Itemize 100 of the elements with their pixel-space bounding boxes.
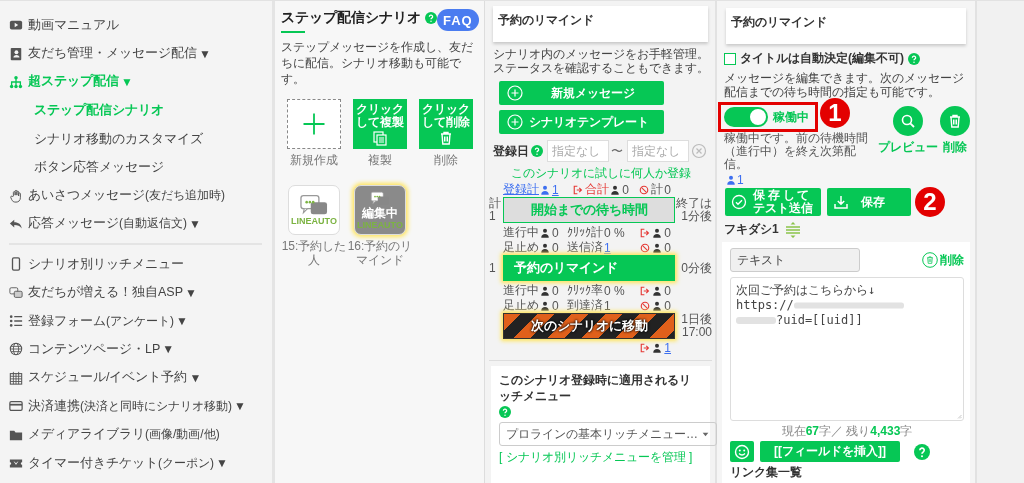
sidebar-item[interactable]: メディアライブラリ(画像/動画/他) bbox=[0, 420, 272, 449]
sidebar-item[interactable]: スケジュール/イベント予約 ▼ bbox=[0, 363, 272, 393]
save-button[interactable]: 保存 bbox=[827, 188, 911, 216]
stat-value: 1 bbox=[604, 298, 611, 313]
save-test-button[interactable]: 保存してテスト送信 bbox=[725, 188, 821, 216]
sidebar-item[interactable]: タイマー付きチケット(クーポン) ▼ bbox=[0, 448, 272, 478]
calendar-icon bbox=[9, 370, 23, 385]
tile-label: 新規作成 bbox=[290, 153, 338, 167]
blurred-url bbox=[736, 315, 776, 326]
annotation-badge: 2 bbox=[915, 187, 945, 217]
scenario-name: 16:予約のリマインド bbox=[347, 239, 413, 267]
step-count: 1 bbox=[489, 261, 497, 275]
copy-icon bbox=[372, 129, 388, 146]
message-textarea[interactable]: 次回ご予約はこちらから↓ https:// ?uid=[[uid]] bbox=[730, 277, 964, 421]
globe-icon bbox=[9, 342, 23, 357]
help-icon bbox=[499, 406, 511, 418]
step-timing: 終了は 1分後 bbox=[675, 197, 712, 223]
step-count: 計 1 bbox=[489, 197, 502, 223]
sidebar-subitem[interactable]: シナリオ移動のカスタマイズ bbox=[0, 124, 272, 153]
stat-value: 0 bbox=[664, 225, 671, 240]
stat-label: 送信済 bbox=[567, 239, 603, 256]
editor-description: メッセージを編集できます。次のメッセージ配信までの待ち時間の指定も可能です。 bbox=[724, 71, 965, 99]
sidebar-subitem[interactable]: ボタン応答メッセージ bbox=[0, 152, 272, 182]
stat-value: 0 bbox=[664, 298, 671, 313]
stat-label: 進行中 bbox=[503, 224, 539, 241]
rich-menu-select[interactable]: プロラインの基本リッチメニュー… bbox=[499, 422, 717, 446]
sidebar-item[interactable]: シナリオ別リッチメニュー bbox=[0, 250, 272, 279]
plus-circle-icon bbox=[507, 85, 523, 101]
rich-menu-link[interactable]: [ シナリオ別リッチメニューを管理 ] bbox=[499, 450, 702, 465]
smiley-icon bbox=[734, 443, 750, 460]
stat-label: ｸﾘｯｸ率 bbox=[567, 282, 603, 299]
emoji-button[interactable] bbox=[730, 441, 754, 462]
help-icon bbox=[425, 12, 437, 24]
trash-icon bbox=[947, 113, 963, 129]
help-icon bbox=[908, 52, 920, 65]
delete-button[interactable] bbox=[940, 106, 970, 136]
stat-label: 足止め bbox=[503, 297, 539, 314]
checkbox-label: タイトルは自動決定(編集不可) bbox=[740, 50, 904, 67]
scenario-title: 予約のリマインド bbox=[493, 6, 708, 42]
scenario-tile[interactable]: LINEAUTO bbox=[288, 185, 340, 235]
copy-button[interactable]: クリックして複製 bbox=[353, 99, 407, 149]
date-from-field[interactable]: 指定なし bbox=[547, 140, 609, 162]
delete-button[interactable]: 削除 bbox=[922, 251, 964, 269]
hierarchy-icon bbox=[9, 74, 23, 89]
sidebar-item[interactable]: 動画マニュアル bbox=[0, 11, 272, 40]
character-counter: 現在67字／ 残り4,433字 bbox=[780, 424, 914, 439]
panel-description: ステップメッセージを作成し、友だちに配信。シナリオ移動も可能です。 bbox=[281, 39, 474, 87]
stat-value: 0 bbox=[552, 240, 559, 255]
sidebar-subitem[interactable]: ステップ配信シナリオ bbox=[0, 96, 272, 125]
stat-link[interactable]: 1 bbox=[552, 182, 559, 197]
list-icon bbox=[9, 314, 23, 329]
message-type-field[interactable]: テキスト bbox=[730, 248, 860, 272]
download-icon bbox=[833, 194, 849, 210]
template-button[interactable]: シナリオテンプレート bbox=[499, 110, 664, 134]
rich-menu-title: このシナリオ登録時に適用されるリッチメニュー bbox=[499, 372, 692, 404]
step-timing: 1日後 17:00 bbox=[680, 313, 712, 339]
bubble-title: フキダシ1 bbox=[724, 221, 779, 238]
toggle-switch[interactable] bbox=[724, 107, 768, 127]
test-register-link[interactable]: このシナリオに試しに何人か登録 bbox=[489, 166, 712, 181]
sidebar-item[interactable]: 超ステップ配信 ▼ bbox=[0, 67, 272, 97]
exit-icon bbox=[573, 184, 584, 195]
preview-button[interactable] bbox=[893, 106, 923, 136]
step-block[interactable]: 予約のリマインド bbox=[503, 255, 675, 281]
sidebar-item[interactable]: コンテンツページ・LP ▼ bbox=[0, 335, 272, 364]
help-icon bbox=[914, 443, 930, 460]
new-message-button[interactable]: 新規メッセージ bbox=[499, 81, 664, 105]
tile-label: 削除 bbox=[434, 153, 458, 167]
add-button[interactable] bbox=[287, 99, 341, 149]
sidebar-item[interactable]: あいさつメッセージ(友だち追加時) bbox=[0, 181, 272, 210]
search-icon bbox=[900, 113, 916, 129]
help-icon bbox=[531, 145, 543, 157]
stat-link[interactable]: 1 bbox=[604, 240, 611, 255]
status-note: 稼働中です。前の待機時間（進行中）を終え次第配信。 bbox=[724, 132, 869, 171]
scenario-name: 15:予約した人 bbox=[281, 239, 347, 267]
insert-field-button[interactable]: [[フィールドを挿入]] bbox=[760, 441, 900, 462]
trash-icon bbox=[922, 252, 938, 268]
link-list-title: リンク集一覧 bbox=[730, 465, 803, 479]
date-to-field[interactable]: 指定なし bbox=[627, 140, 689, 162]
sidebar-item[interactable]: 友だちが増える！独自ASP ▼ bbox=[0, 278, 272, 307]
annotation-badge: 1 bbox=[820, 98, 850, 128]
stat-link[interactable]: 1 bbox=[664, 340, 671, 355]
stat-value: 0 bbox=[552, 283, 559, 298]
checkbox[interactable] bbox=[724, 52, 736, 65]
faq-button[interactable]: FAQ bbox=[437, 9, 479, 31]
plus-circle-icon bbox=[507, 114, 523, 130]
credit-card-icon bbox=[9, 399, 23, 414]
action-label: 削除 bbox=[943, 139, 967, 156]
sidebar-item[interactable]: 登録フォーム(アンケート) ▼ bbox=[0, 306, 272, 336]
smartphone-icon bbox=[9, 257, 23, 272]
chat-bubbles-icon bbox=[299, 194, 329, 216]
stat-value: 0 % bbox=[604, 225, 625, 240]
range-separator: 〜 bbox=[611, 142, 623, 160]
sidebar-item[interactable]: 友だち管理・メッセージ配信 ▼ bbox=[0, 39, 272, 68]
stat-value: 0 bbox=[664, 283, 671, 298]
delete-button[interactable]: クリックして削除 bbox=[419, 99, 473, 149]
stat-label: ｸﾘｯｸ計 bbox=[567, 224, 603, 241]
sidebar-item[interactable]: 決済連携(決済と同時にシナリオ移動) ▼ bbox=[0, 392, 272, 421]
scenario-tile[interactable]: 編集中 LINEAUTO bbox=[354, 185, 406, 235]
stat-label: 到達済 bbox=[567, 297, 603, 314]
sidebar-item[interactable]: 応答メッセージ(自動返信文) ▼ bbox=[0, 209, 272, 239]
